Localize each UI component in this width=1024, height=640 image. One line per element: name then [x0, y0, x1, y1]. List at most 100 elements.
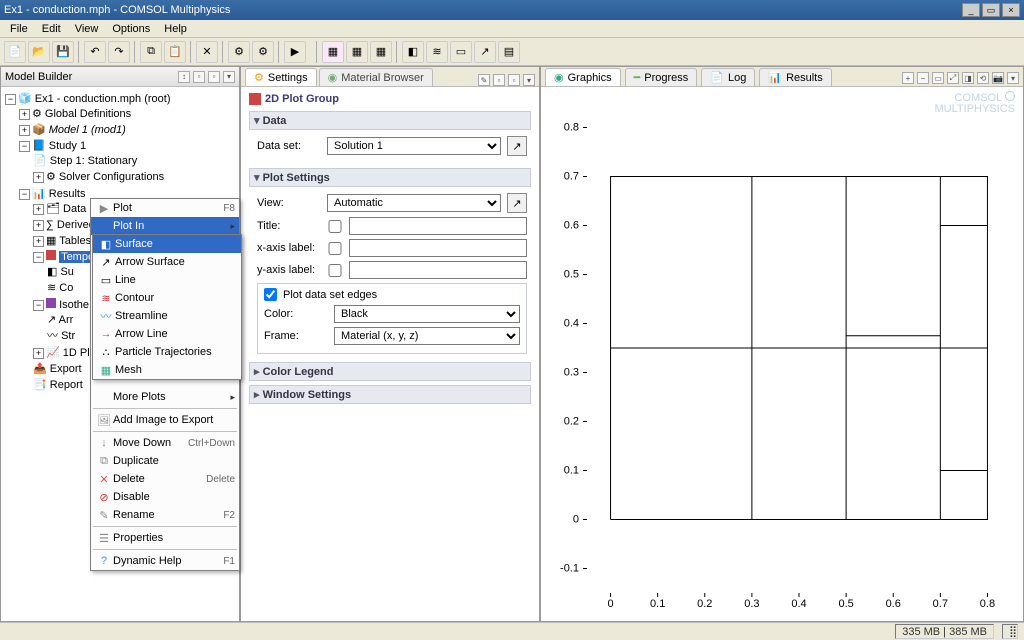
- title-checkbox[interactable]: [327, 220, 343, 233]
- submenu-arrow-line[interactable]: →Arrow Line: [93, 325, 241, 343]
- view-select[interactable]: Automatic: [327, 194, 501, 212]
- zoom-out-icon[interactable]: −: [917, 72, 929, 84]
- expand-icon[interactable]: +: [19, 109, 30, 120]
- submenu-surface[interactable]: ◧Surface: [93, 235, 241, 253]
- tree-export[interactable]: Export: [50, 363, 82, 375]
- toolbar-new-icon[interactable]: 📄: [4, 41, 26, 63]
- toolbar-compute-icon[interactable]: ▶: [284, 41, 306, 63]
- tree-contour[interactable]: Co: [59, 282, 73, 294]
- zoom-in-icon[interactable]: +: [902, 72, 914, 84]
- expand-icon[interactable]: +: [19, 125, 30, 136]
- close-button[interactable]: ×: [1002, 3, 1020, 17]
- ctx-more-plots[interactable]: More Plots▸: [91, 388, 239, 406]
- section-color-legend[interactable]: ▸ Color Legend: [249, 362, 531, 381]
- tree-step1[interactable]: Step 1: Stationary: [50, 155, 137, 167]
- menu-options[interactable]: Options: [106, 22, 156, 36]
- tab-results[interactable]: 📊Results: [759, 68, 831, 86]
- section-window-settings[interactable]: ▸ Window Settings: [249, 385, 531, 404]
- frame-select[interactable]: Material (x, y, z): [334, 327, 520, 345]
- expand-icon[interactable]: −: [33, 252, 44, 263]
- menu-edit[interactable]: Edit: [36, 22, 67, 36]
- toolbar-redo-icon[interactable]: ↷: [108, 41, 130, 63]
- panel-dropdown-icon[interactable]: ▾: [523, 74, 535, 86]
- ctx-rename[interactable]: ✎RenameF2: [91, 506, 239, 524]
- data-set-select[interactable]: Solution 1: [327, 137, 501, 155]
- panel-menu-icon[interactable]: ▾: [223, 71, 235, 83]
- submenu-contour[interactable]: ≋Contour: [93, 289, 241, 307]
- tree-tables[interactable]: Tables: [59, 235, 91, 247]
- xaxis-input[interactable]: [349, 239, 527, 257]
- toolbar-save-icon[interactable]: 💾: [52, 41, 74, 63]
- zoom-box-icon[interactable]: ▭: [932, 72, 944, 84]
- view-reset-icon[interactable]: ⟲: [977, 72, 989, 84]
- tab-settings[interactable]: ⚙Settings: [245, 68, 317, 86]
- tree-global-definitions[interactable]: Global Definitions: [45, 108, 131, 120]
- expand-icon[interactable]: −: [19, 141, 30, 152]
- toolbar-plot3-icon[interactable]: ▦: [370, 41, 392, 63]
- toolbar-plot1-icon[interactable]: ▦: [322, 41, 344, 63]
- color-select[interactable]: Black: [334, 305, 520, 323]
- menu-view[interactable]: View: [69, 22, 105, 36]
- ctx-properties[interactable]: ☰Properties: [91, 529, 239, 547]
- tree-surface[interactable]: Su: [60, 266, 73, 278]
- tab-graphics[interactable]: ◉Graphics: [545, 68, 621, 86]
- tree-root[interactable]: Ex1 - conduction.mph (root): [35, 93, 171, 105]
- tree-arrow[interactable]: Arr: [59, 314, 74, 326]
- xaxis-checkbox[interactable]: [327, 242, 343, 255]
- data-set-goto-button[interactable]: ↗: [507, 136, 527, 156]
- tree-model1[interactable]: Model 1 (mod1): [49, 124, 126, 136]
- ctx-plot-in[interactable]: Plot In▸: [91, 217, 239, 235]
- tree-results[interactable]: Results: [49, 188, 86, 200]
- expand-icon[interactable]: −: [19, 189, 30, 200]
- tab-material-browser[interactable]: ◉Material Browser: [319, 68, 433, 86]
- tree-report[interactable]: Report: [50, 379, 83, 391]
- ctx-move-down[interactable]: ↓Move DownCtrl+Down: [91, 434, 239, 452]
- toolbar-copy-icon[interactable]: ⧉: [140, 41, 162, 63]
- yaxis-checkbox[interactable]: [327, 264, 343, 277]
- zoom-select-icon[interactable]: ◨: [962, 72, 974, 84]
- submenu-arrow-surface[interactable]: ↗Arrow Surface: [93, 253, 241, 271]
- tab-log[interactable]: 📄Log: [701, 68, 755, 86]
- section-data[interactable]: ▾ Data: [249, 111, 531, 130]
- panel-plot-icon[interactable]: ▫: [493, 74, 505, 86]
- yaxis-input[interactable]: [349, 261, 527, 279]
- toolbar-line-icon[interactable]: ▭: [450, 41, 472, 63]
- submenu-mesh[interactable]: ▦Mesh: [93, 361, 241, 379]
- expand-icon[interactable]: +: [33, 348, 44, 359]
- toolbar-paste-icon[interactable]: 📋: [164, 41, 186, 63]
- ctx-duplicate[interactable]: ⧉Duplicate: [91, 452, 239, 470]
- submenu-particle-trajectories[interactable]: ∴Particle Trajectories: [93, 343, 241, 361]
- maximize-button[interactable]: ▭: [982, 3, 1000, 17]
- plot-edges-checkbox[interactable]: [264, 288, 277, 301]
- panel-wand-icon[interactable]: ✎: [478, 74, 490, 86]
- ctx-add-image[interactable]: 🖼Add Image to Export: [91, 411, 239, 429]
- expand-icon[interactable]: −: [5, 94, 16, 105]
- expand-icon[interactable]: −: [33, 300, 44, 311]
- expand-icon[interactable]: +: [33, 236, 44, 247]
- ctx-dynamic-help[interactable]: ?Dynamic HelpF1: [91, 552, 239, 570]
- title-input[interactable]: [349, 217, 527, 235]
- toolbar-surface-icon[interactable]: ◧: [402, 41, 424, 63]
- panel-tool3-icon[interactable]: ▫: [208, 71, 220, 83]
- toolbar-settings2-icon[interactable]: ⚙: [252, 41, 274, 63]
- graphics-canvas[interactable]: COMSOL MULTIPHYSICS 00.10.20.30.40.50.60…: [541, 87, 1023, 621]
- panel-dropdown-icon[interactable]: ▾: [1007, 72, 1019, 84]
- toolbar-settings1-icon[interactable]: ⚙: [228, 41, 250, 63]
- tab-progress[interactable]: ━Progress: [625, 68, 698, 86]
- panel-tool2-icon[interactable]: ▫: [193, 71, 205, 83]
- toolbar-mesh-icon[interactable]: ▤: [498, 41, 520, 63]
- ctx-disable[interactable]: ⊘Disable: [91, 488, 239, 506]
- submenu-line[interactable]: ▭Line: [93, 271, 241, 289]
- tree-isothermal[interactable]: Isothe: [59, 299, 89, 311]
- toolbar-delete-icon[interactable]: ✕: [196, 41, 218, 63]
- minimize-button[interactable]: _: [962, 3, 980, 17]
- expand-icon[interactable]: +: [33, 220, 44, 231]
- submenu-streamline[interactable]: 〰Streamline: [93, 307, 241, 325]
- ctx-plot[interactable]: ▶PlotF8: [91, 199, 239, 217]
- panel-window-icon[interactable]: ▫: [508, 74, 520, 86]
- toolbar-open-icon[interactable]: 📂: [28, 41, 50, 63]
- expand-icon[interactable]: +: [33, 204, 44, 215]
- camera-icon[interactable]: 📷: [992, 72, 1004, 84]
- zoom-extent-icon[interactable]: ⤢: [947, 72, 959, 84]
- toolbar-undo-icon[interactable]: ↶: [84, 41, 106, 63]
